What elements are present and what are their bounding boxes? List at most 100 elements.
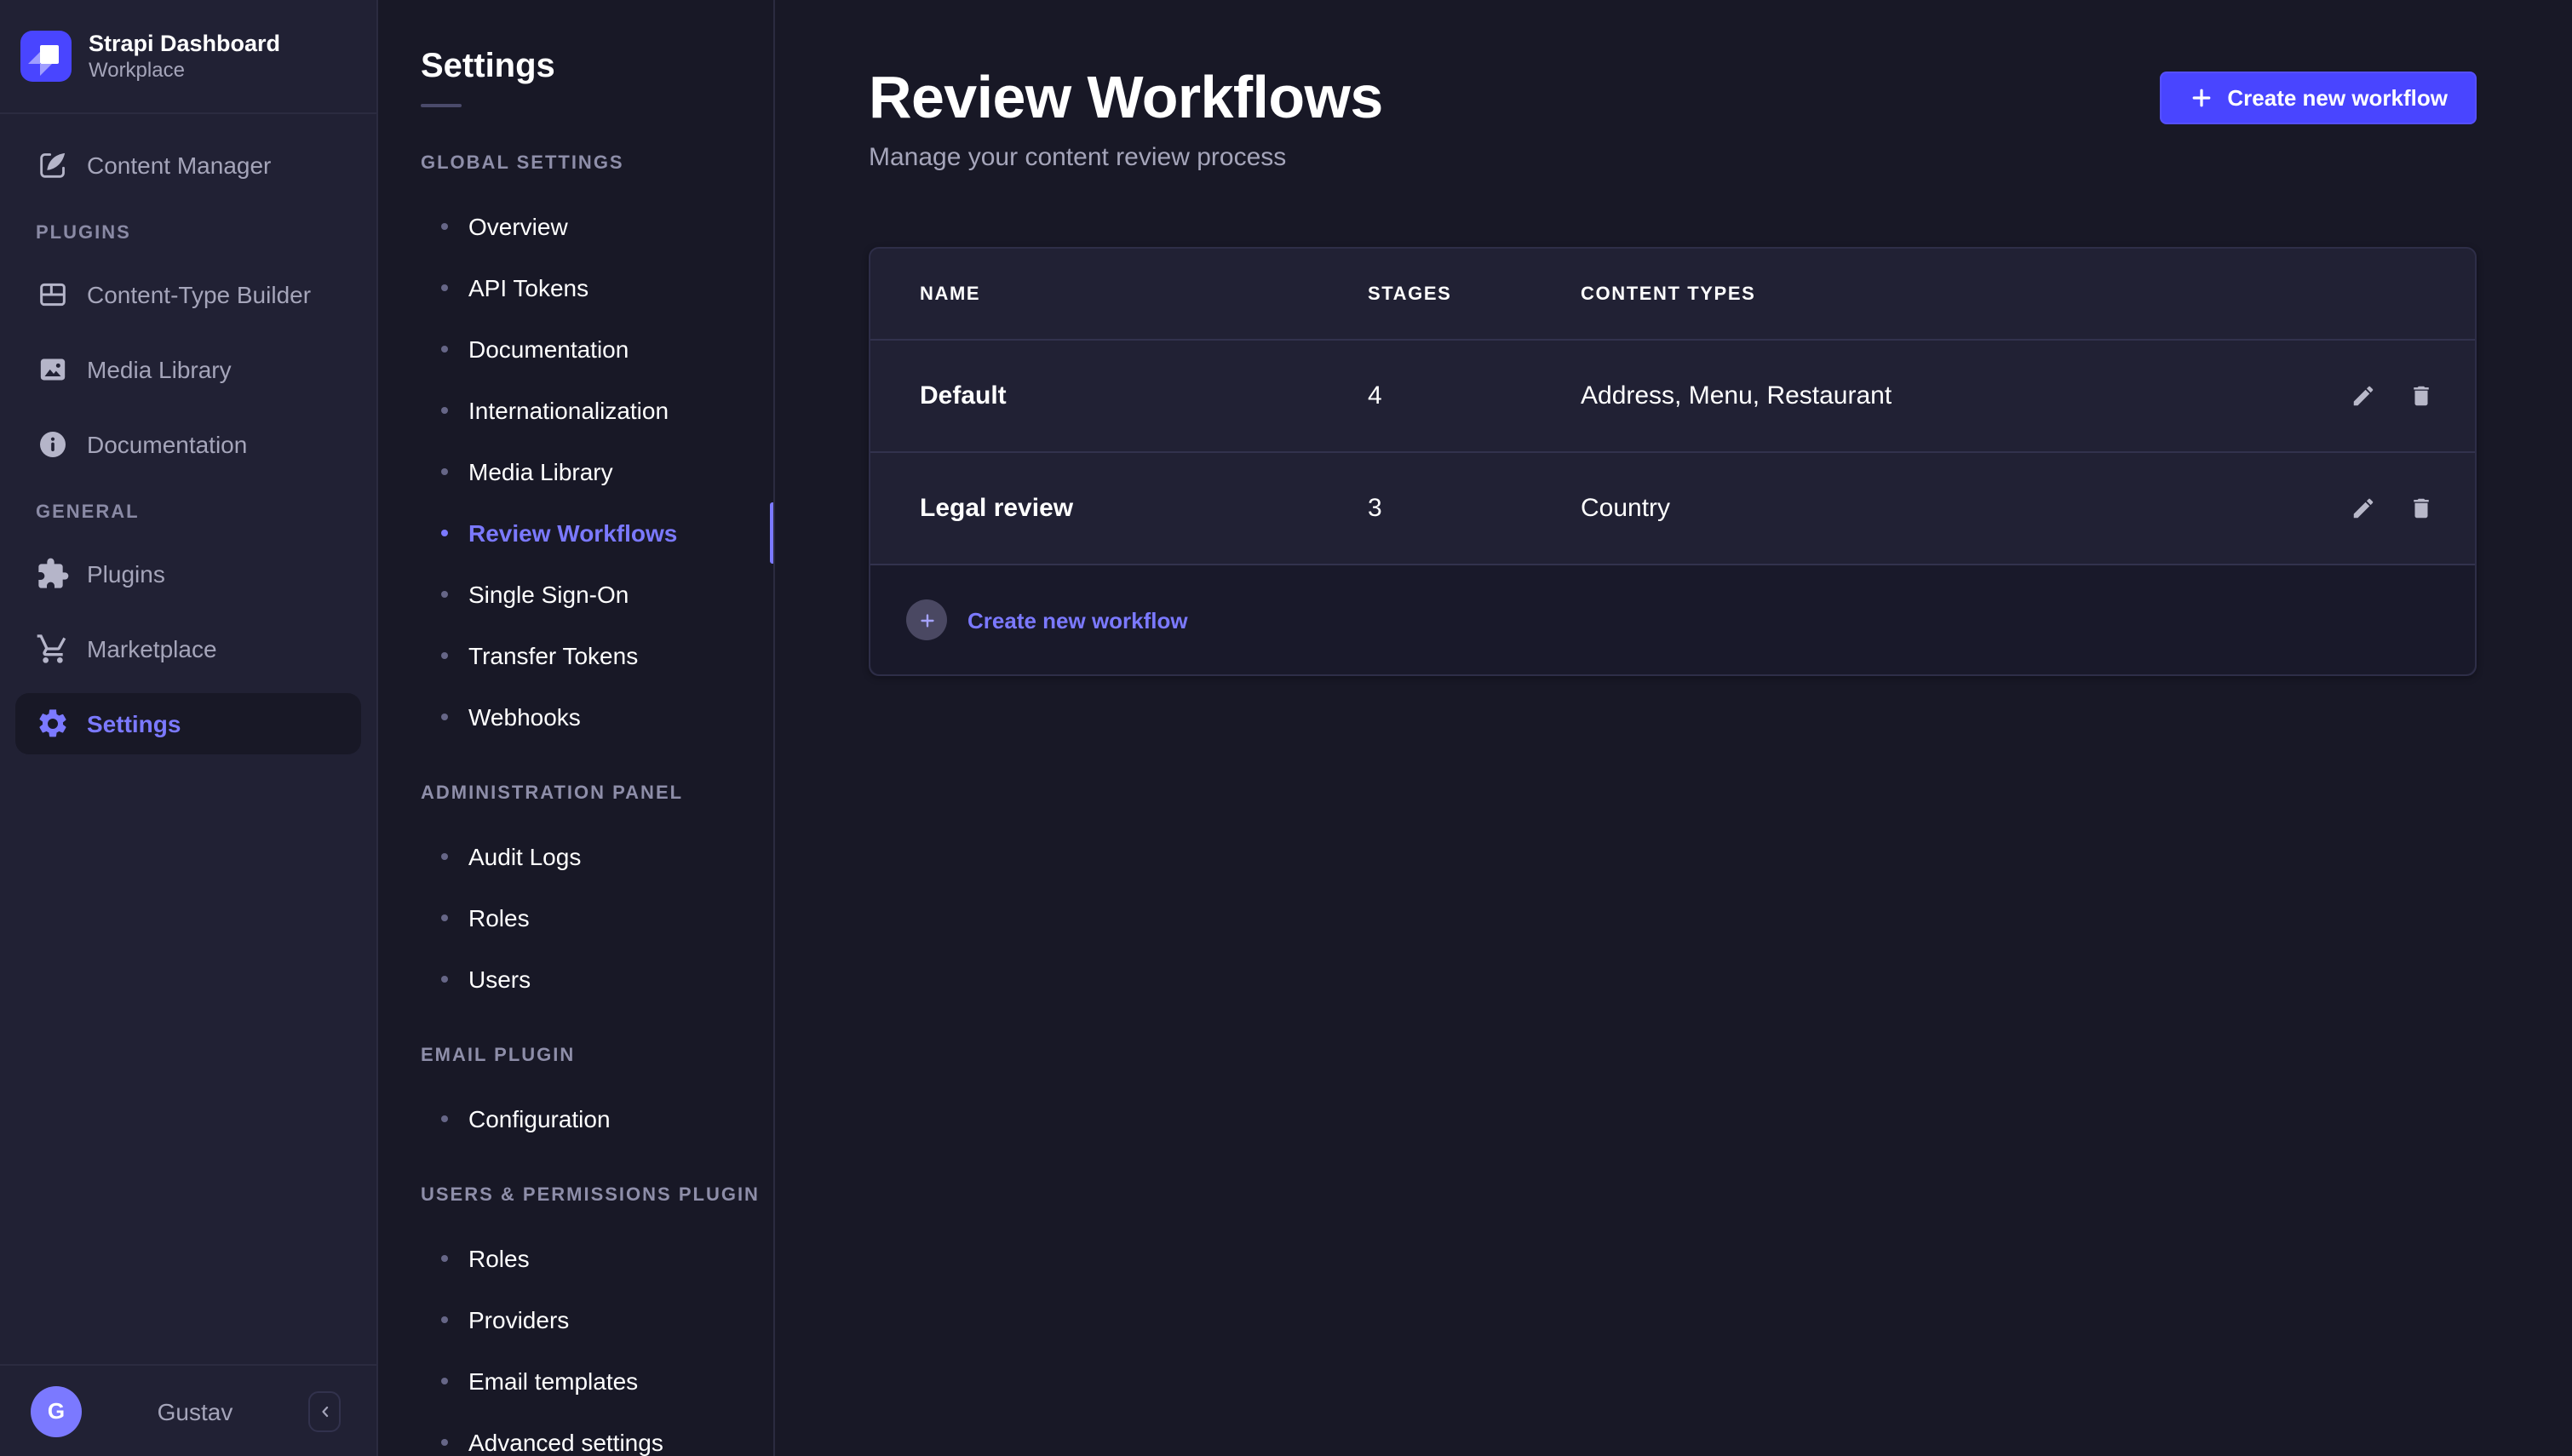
strapi-logo-icon — [20, 31, 72, 82]
sidebar-item-documentation[interactable]: Documentation — [15, 414, 361, 475]
nav-section-header-plugins: PLUGINS — [15, 223, 361, 244]
table-footer-create-workflow[interactable]: Create new workflow — [870, 565, 2475, 674]
sidebar-item-settings[interactable]: Settings — [15, 693, 361, 754]
column-header-stages: STAGES — [1368, 284, 1581, 304]
feather-icon — [36, 148, 70, 182]
puzzle-icon — [36, 557, 70, 591]
subnav-sections: GLOBAL SETTINGS Overview API Tokens Documen… — [378, 107, 773, 1456]
subnav-section-header: GLOBAL SETTINGS — [378, 152, 773, 175]
pencil-icon — [2351, 496, 2376, 521]
settings-nav-item-users[interactable]: Users — [378, 952, 773, 1006]
row-actions — [2271, 496, 2434, 521]
avatar[interactable]: G — [31, 1385, 82, 1436]
table-row[interactable]: Legal review3Country — [870, 453, 2475, 565]
bullet-icon — [441, 1115, 448, 1122]
chevron-left-icon — [316, 1402, 333, 1419]
settings-nav-item-documentation[interactable]: Documentation — [378, 322, 773, 376]
main-content: Review Workflows Manage your content rev… — [777, 0, 2572, 1456]
settings-nav-item-media-library[interactable]: Media Library — [378, 444, 773, 499]
delete-workflow-button[interactable] — [2408, 383, 2434, 409]
bullet-icon — [441, 284, 448, 291]
settings-nav-item-audit-logs[interactable]: Audit Logs — [378, 829, 773, 884]
table-body: Default4Address, Menu, RestaurantLegal r… — [870, 341, 2475, 565]
settings-nav-item-internationalization[interactable]: Internationalization — [378, 383, 773, 438]
settings-nav-item-webhooks[interactable]: Webhooks — [378, 690, 773, 744]
settings-nav-item-label: Transfer Tokens — [468, 642, 638, 669]
settings-nav-item-roles[interactable]: Roles — [378, 1231, 773, 1286]
bullet-icon — [441, 1378, 448, 1384]
settings-nav-item-label: Configuration — [468, 1105, 611, 1132]
settings-nav-item-label: Roles — [468, 904, 530, 931]
settings-nav-item-overview[interactable]: Overview — [378, 199, 773, 254]
column-header-content-types: CONTENT TYPES — [1581, 284, 2271, 304]
settings-nav-item-label: Media Library — [468, 458, 613, 485]
settings-nav-item-review-workflows[interactable]: Review Workflows — [378, 506, 773, 560]
settings-nav-item-label: Single Sign-On — [468, 581, 629, 608]
subnav-section-header: USERS & PERMISSIONS PLUGIN — [378, 1184, 773, 1207]
sidebar-item-label: Content-Type Builder — [87, 281, 311, 308]
settings-nav-item-configuration[interactable]: Configuration — [378, 1092, 773, 1146]
sidebar-item-label: Media Library — [87, 356, 232, 383]
settings-nav-item-advanced-settings[interactable]: Advanced settings — [378, 1415, 773, 1456]
bullet-icon — [441, 714, 448, 720]
strapi-admin-app: Strapi Dashboard Workplace Content Manag… — [0, 0, 2572, 1456]
info-icon — [36, 427, 70, 461]
settings-nav-item-api-tokens[interactable]: API Tokens — [378, 261, 773, 315]
workflows-table: NAMESTAGESCONTENT TYPES Default4Address,… — [869, 247, 2477, 676]
settings-nav-item-label: Internationalization — [468, 397, 669, 424]
table-row[interactable]: Default4Address, Menu, Restaurant — [870, 341, 2475, 453]
layout-grid-icon — [36, 278, 70, 312]
brand-workspace: Workplace — [89, 58, 280, 83]
bullet-icon — [441, 914, 448, 921]
row-actions — [2271, 383, 2434, 409]
workflow-stages: 3 — [1368, 494, 1581, 523]
sidebar-item-media-library[interactable]: Media Library — [15, 339, 361, 400]
subnav-section-header: EMAIL PLUGIN — [378, 1044, 773, 1068]
settings-nav-item-providers[interactable]: Providers — [378, 1293, 773, 1347]
create-workflow-button[interactable]: Create new workflow — [2159, 72, 2477, 124]
delete-workflow-button[interactable] — [2408, 496, 2434, 521]
sidebar-footer: G Gustav — [0, 1364, 376, 1456]
settings-nav-item-label: Users — [468, 966, 531, 993]
edit-workflow-button[interactable] — [2351, 383, 2376, 409]
bullet-icon — [441, 591, 448, 598]
settings-nav-item-roles[interactable]: Roles — [378, 891, 773, 945]
subnav-section-administration-panel: ADMINISTRATION PANELAudit LogsRolesUsers — [378, 782, 773, 1006]
page-title: Review Workflows — [869, 65, 1383, 133]
cart-icon — [36, 632, 70, 666]
settings-nav-item-label: Audit Logs — [468, 843, 581, 870]
settings-nav-item-transfer-tokens[interactable]: Transfer Tokens — [378, 628, 773, 683]
edit-workflow-button[interactable] — [2351, 496, 2376, 521]
bullet-icon — [441, 530, 448, 536]
settings-nav-item-label: Documentation — [468, 335, 629, 363]
main-nav-list: Content Manager PLUGINS Content-Type Build… — [0, 114, 376, 754]
collapse-sidebar-button[interactable] — [308, 1390, 341, 1431]
bullet-icon — [441, 1316, 448, 1323]
gear-icon — [36, 707, 70, 741]
settings-nav-item-single-sign-on[interactable]: Single Sign-On — [378, 567, 773, 622]
bullet-icon — [441, 1255, 448, 1262]
sidebar-item-marketplace[interactable]: Marketplace — [15, 618, 361, 679]
screen: Strapi Dashboard Workplace Content Manag… — [0, 0, 2572, 1456]
brand-text: Strapi Dashboard Workplace — [89, 29, 280, 83]
sidebar-item-label: Settings — [87, 710, 181, 737]
settings-nav-item-label: Overview — [468, 213, 568, 240]
brand-name: Strapi Dashboard — [89, 29, 280, 58]
settings-nav-item-label: Email templates — [468, 1367, 638, 1395]
settings-nav-item-email-templates[interactable]: Email templates — [378, 1354, 773, 1408]
bullet-icon — [441, 976, 448, 983]
main-sidebar: Strapi Dashboard Workplace Content Manag… — [0, 0, 378, 1456]
sidebar-item-label: Plugins — [87, 560, 165, 588]
bullet-icon — [441, 652, 448, 659]
settings-nav-item-label: API Tokens — [468, 274, 588, 301]
sidebar-item-label: Content Manager — [87, 152, 271, 179]
workflow-stages: 4 — [1368, 381, 1581, 410]
sidebar-item-plugins[interactable]: Plugins — [15, 543, 361, 605]
table-footer-create-label: Create new workflow — [967, 607, 1188, 633]
sidebar-item-content-type-builder[interactable]: Content-Type Builder — [15, 264, 361, 325]
brand[interactable]: Strapi Dashboard Workplace — [0, 0, 376, 112]
workflow-content-types: Address, Menu, Restaurant — [1581, 381, 2271, 410]
pencil-icon — [2351, 383, 2376, 409]
bullet-icon — [441, 1439, 448, 1446]
sidebar-item-content-manager[interactable]: Content Manager — [15, 135, 361, 196]
